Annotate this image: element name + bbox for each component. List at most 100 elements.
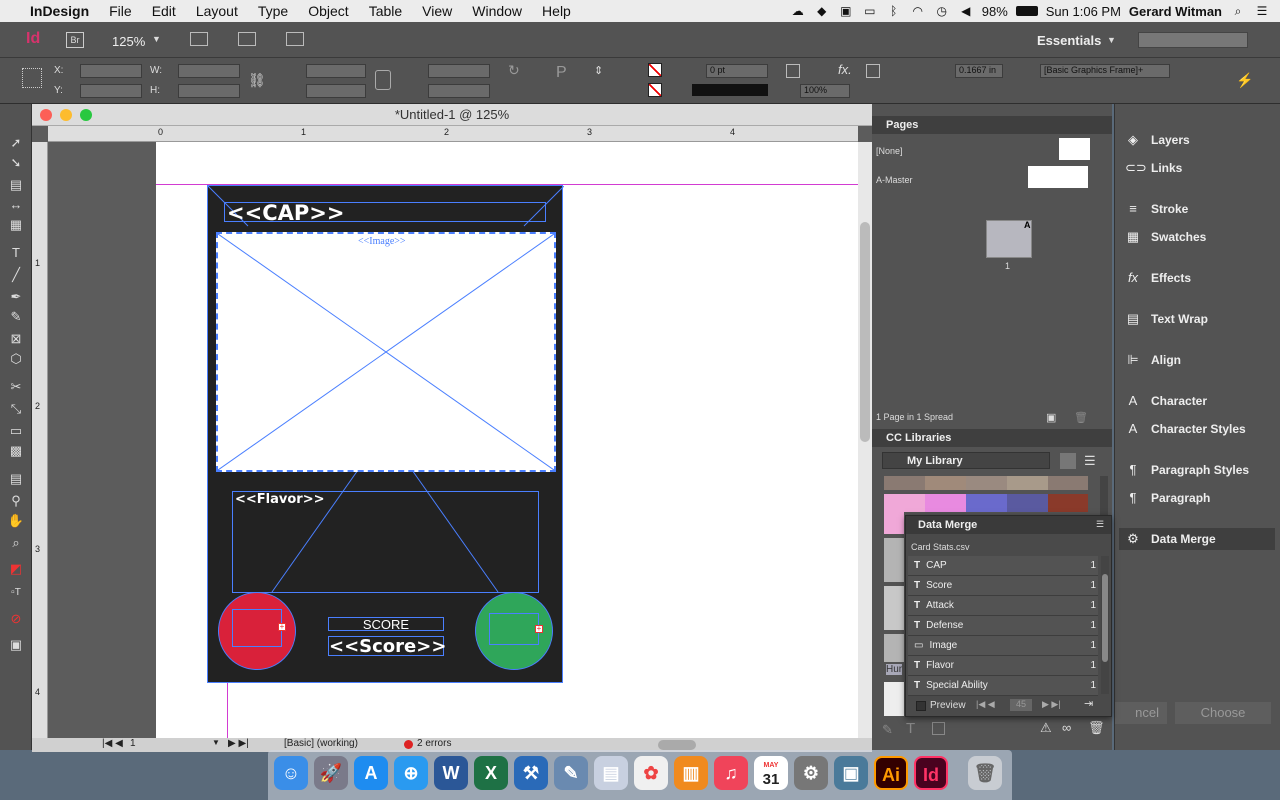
opacity-icon[interactable] bbox=[786, 64, 800, 78]
swatch[interactable] bbox=[966, 494, 1007, 512]
menu-help[interactable]: Help bbox=[532, 0, 581, 22]
zoom-tool-icon[interactable]: ⌕ bbox=[6, 534, 26, 552]
effects-fx-icon[interactable]: fx. bbox=[838, 62, 852, 77]
zoom-dropdown-icon[interactable]: ▼ bbox=[152, 34, 161, 44]
spotlight-icon[interactable]: ⌕ bbox=[1230, 4, 1246, 18]
image-frame[interactable]: <<Image>> bbox=[216, 232, 556, 472]
menu-view[interactable]: View bbox=[412, 0, 462, 22]
create-merged-document-icon[interactable]: ⇥ bbox=[1084, 697, 1093, 710]
first-page-icon[interactable]: |◀ ◀ bbox=[102, 738, 123, 749]
wifi-icon[interactable]: ◠ bbox=[910, 4, 926, 18]
a-master-thumb[interactable] bbox=[1028, 166, 1090, 188]
attack-text-frame[interactable] bbox=[232, 609, 282, 647]
w-field[interactable] bbox=[178, 64, 240, 78]
select-container-icon[interactable]: ⇕ bbox=[594, 64, 603, 77]
score-label-frame[interactable]: SCORE bbox=[328, 617, 444, 631]
screen-mode-icon[interactable] bbox=[238, 32, 256, 46]
overset-text-icon[interactable]: + bbox=[535, 625, 543, 633]
swatch[interactable] bbox=[884, 494, 925, 512]
preview-checkbox[interactable] bbox=[916, 701, 926, 711]
free-transform-tool-icon[interactable]: ⤡ bbox=[6, 400, 26, 418]
cc-libraries-header[interactable]: CC Libraries bbox=[872, 429, 1112, 447]
fields-scroll-thumb[interactable] bbox=[1102, 574, 1108, 662]
workspace-switcher[interactable]: Essentials bbox=[1037, 33, 1101, 48]
pages-panel-header[interactable]: Pages bbox=[872, 116, 1112, 134]
clock[interactable]: Sun 1:06 PM bbox=[1046, 4, 1121, 19]
reference-point-icon[interactable] bbox=[22, 68, 42, 88]
field-row-image[interactable]: ▭ Image 1 bbox=[908, 636, 1098, 656]
none-master-thumb[interactable] bbox=[1059, 138, 1090, 160]
warning-icon[interactable]: ⚠ bbox=[1040, 720, 1052, 736]
fill-swatch-icon[interactable] bbox=[648, 63, 662, 77]
menu-window[interactable]: Window bbox=[462, 0, 532, 22]
delete-library-item-icon[interactable]: 🗑 bbox=[1088, 720, 1105, 736]
vertical-scrollbar[interactable] bbox=[858, 142, 872, 738]
gradient-tool-icon[interactable]: ▭ bbox=[6, 422, 26, 440]
swatch[interactable] bbox=[884, 476, 925, 490]
menu-file[interactable]: File bbox=[99, 0, 142, 22]
illustrator-icon[interactable]: Ai bbox=[874, 756, 908, 790]
text-wrap-panel-button[interactable]: ▤ Text Wrap bbox=[1125, 308, 1208, 330]
cc-sync-icon[interactable]: ∞ bbox=[1062, 720, 1071, 735]
swatch[interactable] bbox=[1007, 494, 1048, 512]
eyedropper-tool-icon[interactable]: ⚲ bbox=[6, 492, 26, 510]
new-page-icon[interactable]: ▣ bbox=[1046, 411, 1056, 424]
frame-offset-field[interactable]: 0.1667 in bbox=[955, 64, 1003, 78]
bluetooth-icon[interactable]: ᛒ bbox=[886, 4, 902, 18]
field-row-cap[interactable]: T CAP 1 bbox=[908, 556, 1098, 576]
line-tool-icon[interactable]: ╱ bbox=[6, 266, 26, 284]
text-wrap-icon[interactable] bbox=[866, 64, 880, 78]
pen-tool-icon[interactable]: ✒ bbox=[6, 288, 26, 306]
menu-type[interactable]: Type bbox=[248, 0, 298, 22]
layers-panel-button[interactable]: ◈ Layers bbox=[1125, 129, 1190, 151]
pasteboard[interactable]: <<CAP>> <<Image>> <<Flavor>> + SCORE <<S… bbox=[48, 142, 858, 738]
cancel-button[interactable]: ncel bbox=[1115, 702, 1167, 724]
horizontal-ruler[interactable]: 0 1 2 3 4 bbox=[48, 126, 858, 142]
cap-text-frame[interactable]: <<CAP>> bbox=[224, 202, 546, 224]
camera-icon[interactable]: ▣ bbox=[838, 4, 854, 18]
word-icon[interactable]: W bbox=[434, 756, 468, 790]
safari-icon[interactable]: ⊕ bbox=[394, 756, 428, 790]
fill-stroke-icon[interactable]: ◩ bbox=[6, 560, 26, 578]
launchpad-icon[interactable]: 🚀 bbox=[314, 756, 348, 790]
swatch[interactable] bbox=[1007, 476, 1048, 490]
excel-icon[interactable]: X bbox=[474, 756, 508, 790]
library-item[interactable] bbox=[884, 634, 904, 662]
rectangle-frame-tool-icon[interactable]: ⊠ bbox=[6, 330, 26, 348]
close-window-button[interactable] bbox=[40, 109, 52, 121]
indesign-icon[interactable]: Id bbox=[914, 756, 948, 790]
scissors-tool-icon[interactable]: ✂ bbox=[6, 378, 26, 396]
swatch[interactable] bbox=[1048, 494, 1088, 512]
notification-center-icon[interactable]: ☰ bbox=[1254, 4, 1270, 18]
menu-app-name[interactable]: InDesign bbox=[20, 0, 99, 22]
app-store-icon[interactable]: A bbox=[354, 756, 388, 790]
finder-icon[interactable]: ☺ bbox=[274, 756, 308, 790]
stroke-panel-button[interactable]: ≡ Stroke bbox=[1125, 198, 1188, 220]
panel-menu-icon[interactable]: ☰ bbox=[1096, 519, 1104, 530]
bridge-button[interactable]: Br bbox=[66, 32, 84, 48]
zoom-window-button[interactable] bbox=[80, 109, 92, 121]
library-item[interactable] bbox=[884, 682, 904, 716]
link-scale-icon[interactable] bbox=[375, 70, 391, 90]
scroll-thumb[interactable] bbox=[860, 222, 870, 442]
paragraph-styles-panel-button[interactable]: ¶ Paragraph Styles bbox=[1125, 459, 1250, 481]
field-row-defense[interactable]: T Defense 1 bbox=[908, 616, 1098, 636]
data-merge-header[interactable]: Data Merge bbox=[906, 516, 1111, 534]
add-frame-icon[interactable] bbox=[932, 722, 945, 735]
paragraph-panel-button[interactable]: ¶ Paragraph bbox=[1125, 487, 1211, 509]
flavor-text-frame[interactable]: <<Flavor>> bbox=[232, 491, 539, 593]
trash-icon[interactable]: 🗑 bbox=[968, 756, 1002, 790]
add-graphic-icon[interactable]: ✎ bbox=[882, 722, 893, 738]
minimize-window-button[interactable] bbox=[60, 109, 72, 121]
library-dropdown[interactable]: My Library bbox=[882, 452, 1050, 469]
swatch[interactable] bbox=[966, 476, 1007, 490]
workspace-dropdown-icon[interactable]: ▼ bbox=[1107, 35, 1116, 45]
library-item[interactable] bbox=[884, 512, 904, 534]
xcode-icon[interactable]: ⚒ bbox=[514, 756, 548, 790]
direct-selection-tool-icon[interactable]: ➘ bbox=[6, 154, 26, 172]
record-number-field[interactable]: 45 bbox=[1010, 699, 1032, 711]
stroke-swatch-icon[interactable] bbox=[648, 83, 662, 97]
next-page-icon[interactable]: ▶ ▶| bbox=[228, 738, 249, 749]
quick-apply-icon[interactable]: ⚡ bbox=[1236, 72, 1253, 89]
choose-button[interactable]: Choose bbox=[1175, 702, 1271, 724]
